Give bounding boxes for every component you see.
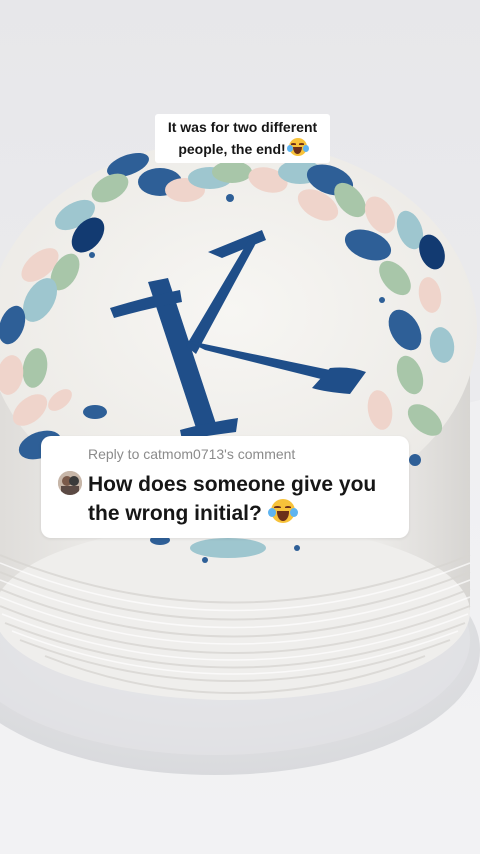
caption-line-2: people, the end! (155, 138, 330, 160)
video-caption: It was for two different people, the end… (155, 114, 330, 163)
reply-question: How does someone give you the wrong init… (88, 473, 377, 525)
face-with-tears-of-joy-icon (286, 138, 309, 156)
face-with-tears-of-joy-icon (267, 499, 298, 523)
caption-line-1: It was for two different (167, 119, 318, 135)
commenter-avatar[interactable] (58, 471, 82, 495)
reply-comment-card[interactable]: Reply to catmom0713's comment How does s… (41, 436, 409, 538)
reply-label: Reply to catmom0713's comment (88, 446, 296, 462)
